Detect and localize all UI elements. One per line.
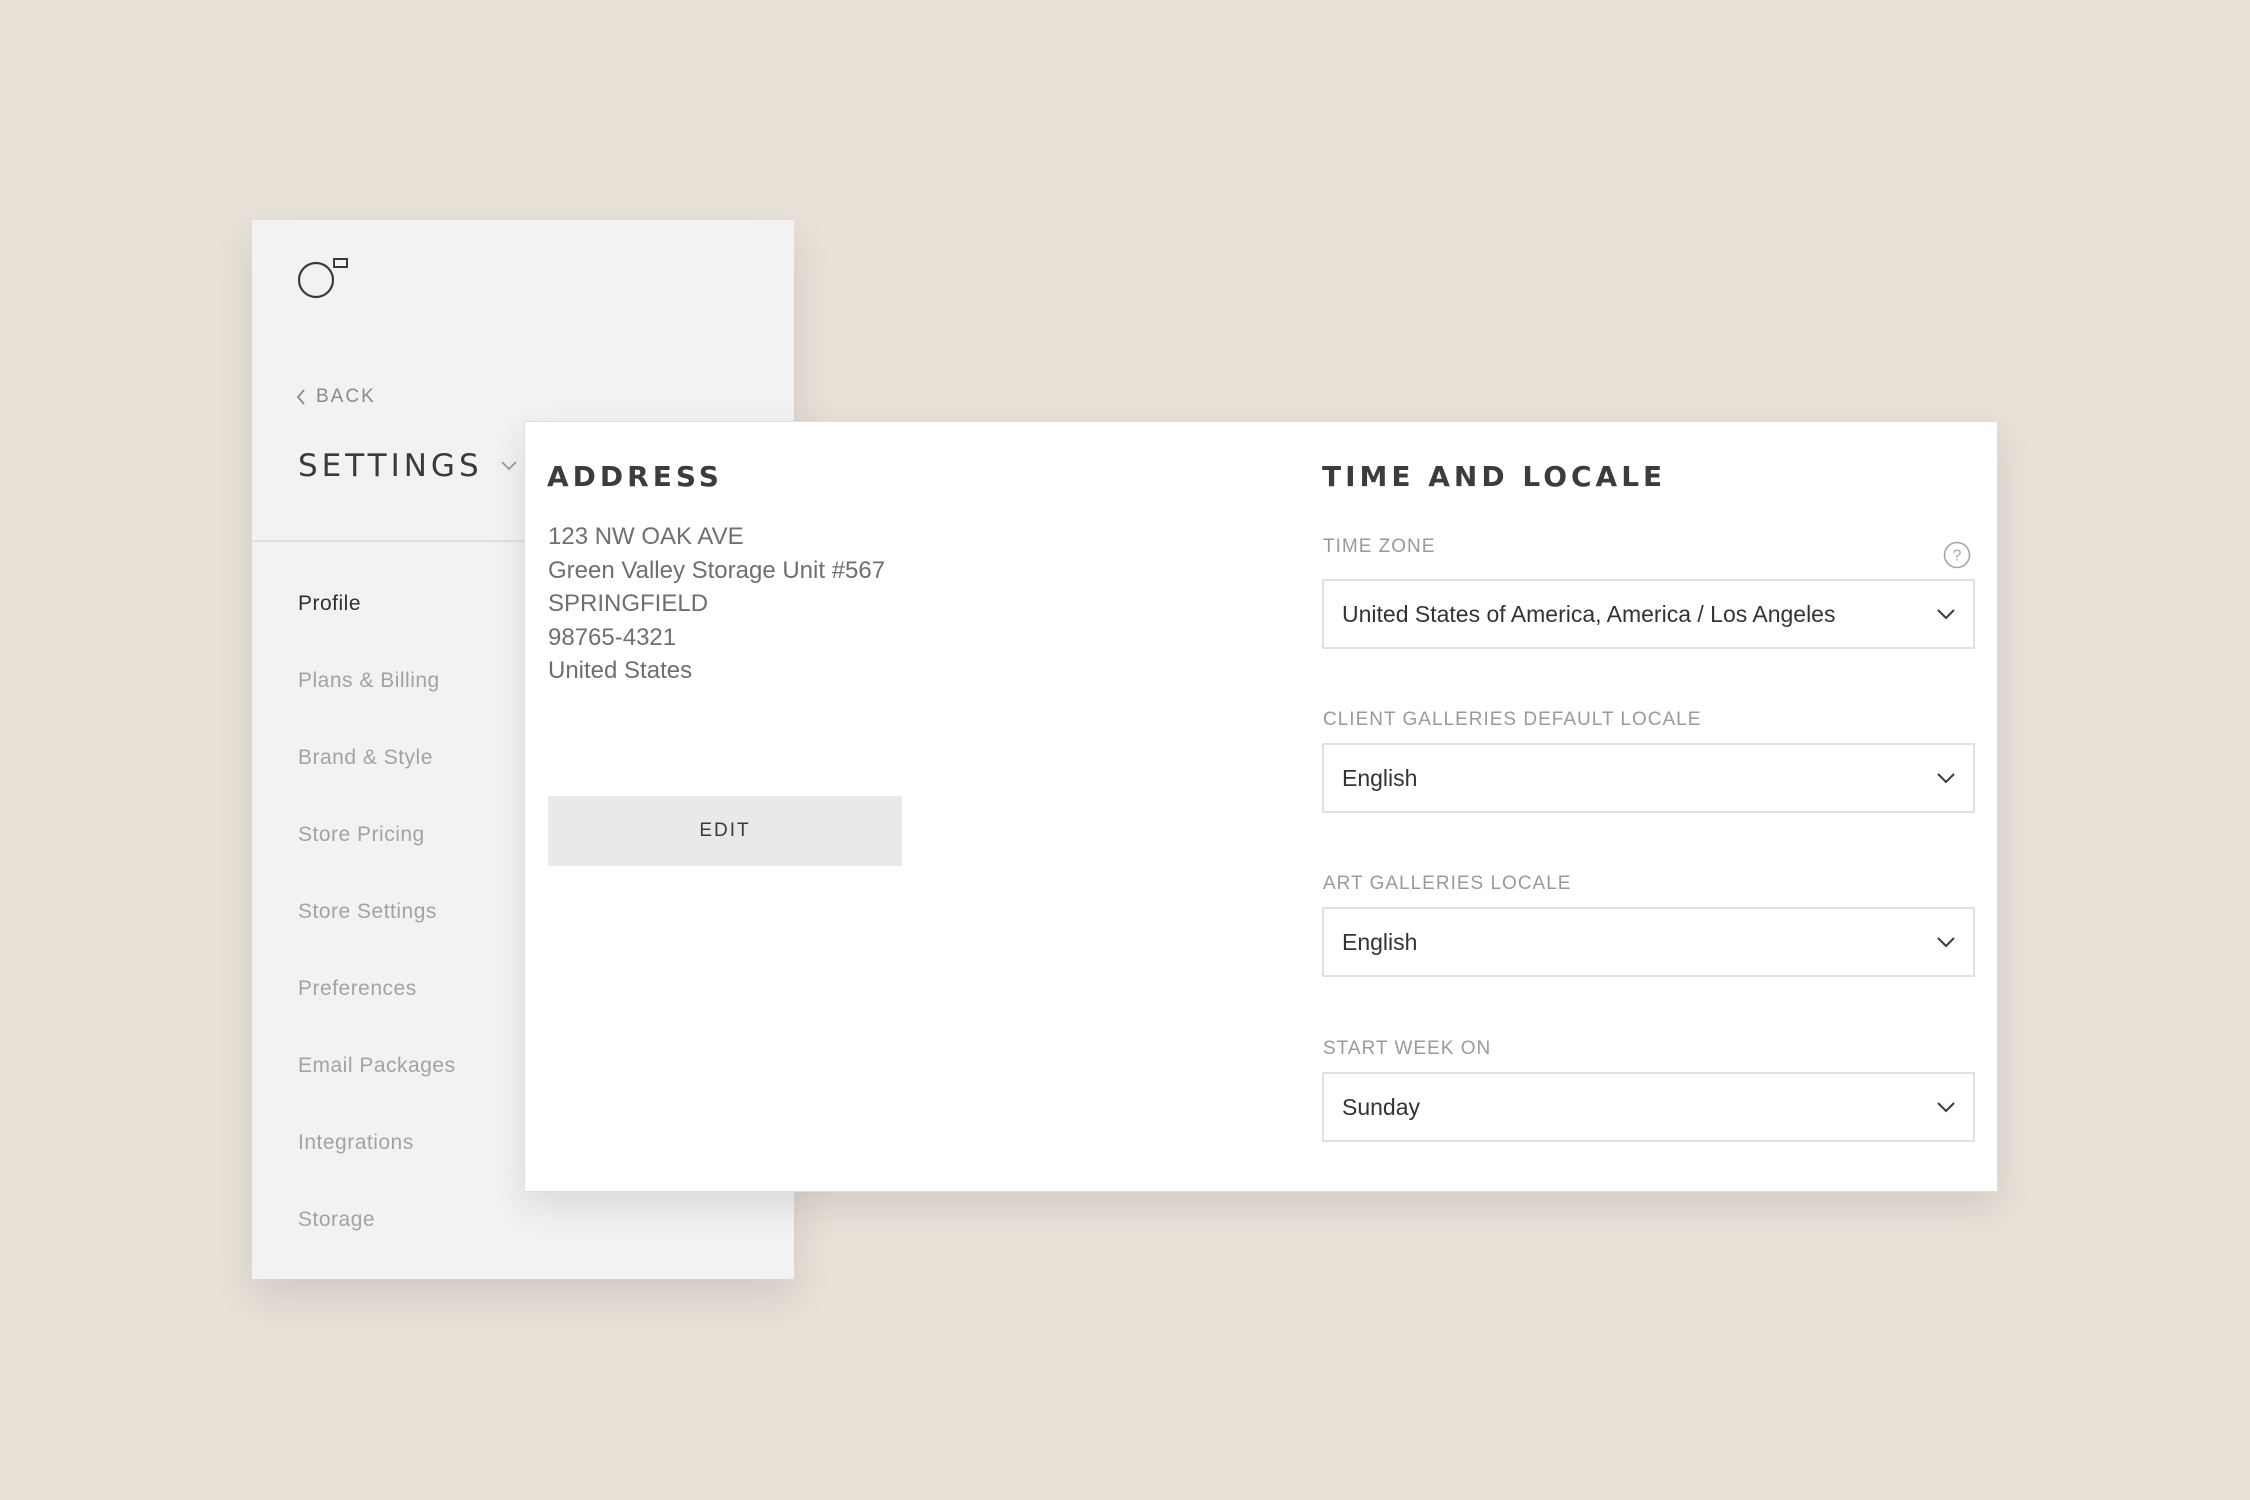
address-heading: ADDRESS xyxy=(547,460,723,493)
brand-logo-icon[interactable] xyxy=(297,256,353,302)
start-week-on-value: Sunday xyxy=(1342,1093,1421,1120)
start-week-on-select[interactable]: Sunday xyxy=(1322,1072,1975,1142)
address-line-city: SPRINGFIELD xyxy=(548,590,709,617)
address-line-unit: Green Valley Storage Unit #567 xyxy=(548,556,886,584)
edit-address-button[interactable]: EDIT xyxy=(548,796,902,866)
time-zone-value: United States of America, America / Los … xyxy=(1342,600,1836,627)
sidebar-item-store-settings[interactable]: Store Settings xyxy=(298,900,456,977)
chevron-down-icon xyxy=(500,461,517,471)
art-galleries-locale-label: ART GALLERIES LOCALE xyxy=(1323,873,1572,894)
svg-text:?: ? xyxy=(1953,548,1962,565)
sidebar-item-brand-style[interactable]: Brand & Style xyxy=(298,746,456,823)
time-locale-heading: TIME AND LOCALE xyxy=(1322,460,1667,493)
profile-panel: ADDRESS 123 NW OAK AVE Green Valley Stor… xyxy=(524,421,1998,1192)
address-line-country: United States xyxy=(548,657,693,684)
address-line-street: 123 NW OAK AVE xyxy=(548,523,744,550)
sidebar-item-integrations[interactable]: Integrations xyxy=(298,1131,456,1208)
sidebar-item-storage[interactable]: Storage xyxy=(298,1208,456,1285)
sidebar-item-store-pricing[interactable]: Store Pricing xyxy=(298,823,456,900)
sidebar-item-plans-billing[interactable]: Plans & Billing xyxy=(298,669,456,746)
time-zone-select[interactable]: United States of America, America / Los … xyxy=(1322,579,1975,649)
sidebar-item-preferences[interactable]: Preferences xyxy=(298,977,456,1054)
address-block: 123 NW OAK AVE Green Valley Storage Unit… xyxy=(548,520,885,688)
address-line-postal-code: 98765-4321 xyxy=(548,623,677,651)
page-title: SETTINGS xyxy=(298,448,483,484)
art-galleries-locale-value: English xyxy=(1342,928,1418,955)
client-galleries-locale-select[interactable]: English xyxy=(1322,743,1975,813)
client-galleries-locale-label: CLIENT GALLERIES DEFAULT LOCALE xyxy=(1323,709,1702,730)
back-label: BACK xyxy=(316,386,376,407)
help-icon[interactable]: ? xyxy=(1943,541,1971,569)
art-galleries-locale-select[interactable]: English xyxy=(1322,907,1975,977)
sidebar-item-email-packages[interactable]: Email Packages xyxy=(298,1054,456,1131)
settings-nav: Profile Plans & Billing Brand & Style St… xyxy=(298,592,456,1285)
chevron-down-icon xyxy=(1937,1101,1955,1112)
chevron-down-icon xyxy=(1937,772,1955,783)
time-zone-label: TIME ZONE xyxy=(1323,536,1436,557)
settings-menu-toggle[interactable]: SETTINGS xyxy=(298,448,517,484)
sidebar-item-profile[interactable]: Profile xyxy=(298,592,456,669)
client-galleries-locale-value: English xyxy=(1342,764,1418,791)
chevron-down-icon xyxy=(1937,608,1955,619)
start-week-on-label: START WEEK ON xyxy=(1323,1038,1492,1059)
chevron-left-icon xyxy=(296,389,305,405)
back-link[interactable]: BACK xyxy=(296,386,376,408)
chevron-down-icon xyxy=(1937,936,1955,947)
